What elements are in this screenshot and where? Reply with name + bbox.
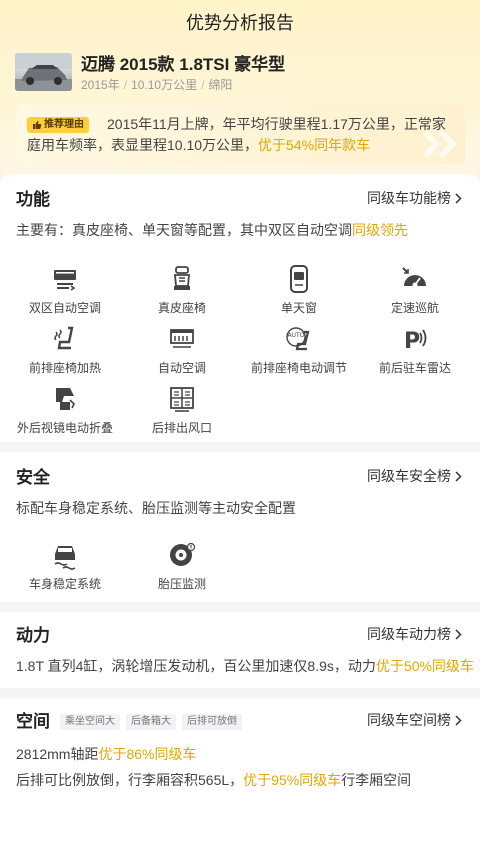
space-line-2: 后排可比例放倒，行李厢容积565L，优于95%同级车行李厢空间 [16,770,411,790]
space-tag: 后排可放倒 [182,714,242,730]
feature-label: 前排座椅电动调节 [250,361,347,375]
feature-item: P 前后驻车雷达 [360,324,470,384]
power-desc-plain: 1.8T 直列4缸，涡轮增压发动机，百公里加速仅8.9s，动力 [16,658,376,674]
reason-tag: 推荐理由 [27,117,89,133]
parking-radar-icon: P [404,329,427,354]
reason-tag-label: 推荐理由 [44,119,84,130]
reason-text: 2015年11月上牌，年平均行驶里程1.17万公里，正常家庭用车频率，表显里程1… [27,114,457,156]
car-meta: 2015年/10.10万公里 / 绵阳 [81,78,233,92]
stability-control-icon [54,546,76,570]
feature-label: 双区自动空调 [28,301,101,315]
feature-label: 外后视镜电动折叠 [16,421,113,435]
space-line-2-tail: 行李厢空间 [341,772,412,788]
feature-item: 双区自动空调 [10,264,120,324]
safety-desc: 标配车身稳定系统、胎压监测等主动安全配置 [16,500,296,516]
feature-item: 单天窗 [244,264,354,324]
page-title: 优势分析报告 [186,13,294,33]
feature-label: 胎压监测 [157,577,206,591]
feature-label: 自动空调 [157,361,206,375]
car-thumbnail [15,53,72,91]
space-tag: 乘坐空间大 [60,714,120,730]
function-rank-label: 同级车功能榜 [367,190,451,206]
space-section: 空间 乘坐空间大 后备箱大 后排可放倒 同级车空间榜 2812mm轴距优于86%同级… [0,698,480,848]
function-rank-link[interactable]: 同级车功能榜 [367,188,462,208]
decorative-chevrons-icon [422,129,458,159]
space-rank-label: 同级车空间榜 [367,712,451,728]
feature-label: 后排出风口 [151,421,212,435]
chevron-right-icon [455,470,462,482]
svg-text:AUTO: AUTO [288,332,305,339]
feature-label: 单天窗 [280,301,317,315]
chevron-right-icon [455,192,462,204]
feature-label: 车身稳定系统 [28,577,101,591]
feature-item: 外后视镜电动折叠 [10,384,120,444]
function-section: 功能 同级车功能榜 主要有：真皮座椅、单天窗等配置，其中双区自动空调同级领先 双… [0,174,480,442]
feature-label: 前后驻车雷达 [378,361,451,375]
car-card[interactable]: 迈腾 2015款 1.8TSI 豪华型 2015年/10.10万公里 / 绵阳 [15,50,465,96]
thumbs-up-icon [33,121,42,129]
space-line-1: 2812mm轴距优于86%同级车 [16,744,197,764]
recommend-reason: 2015年11月上牌，年平均行驶里程1.17万公里，正常家庭用车频率，表显里程1… [16,104,465,164]
feature-item: 车身稳定系统 [10,540,120,600]
power-title: 动力 [16,626,50,645]
feature-item: 真皮座椅 [127,264,237,324]
car-year: 2015年 [81,78,120,92]
space-title: 空间 [16,712,50,731]
safety-rank-link[interactable]: 同级车安全榜 [367,466,462,486]
feature-item: 胎压监测 [127,540,237,600]
feature-item: 后排出风口 [127,384,237,444]
tire-pressure-icon [170,542,196,566]
power-seat-icon: AUTO [286,327,310,351]
sunroof-icon [290,265,308,293]
space-line-1-highlight: 优于86%同级车 [98,746,197,762]
dual-ac-icon [54,270,76,291]
feature-label: 定速巡航 [390,301,439,315]
chevron-right-icon [455,714,462,726]
car-name: 迈腾 2015款 1.8TSI 豪华型 [81,55,286,74]
function-desc-plain: 主要有：真皮座椅、单天窗等配置，其中双区自动空调 [16,222,352,238]
feature-label: 前排座椅加热 [28,361,101,375]
space-tag: 后备箱大 [126,714,176,730]
cruise-control-icon [402,267,426,288]
car-mileage: 10.10万公里 [131,78,198,92]
safety-rank-label: 同级车安全榜 [367,468,451,484]
function-desc: 主要有：真皮座椅、单天窗等配置，其中双区自动空调同级领先 [16,220,408,240]
reason-text-plain: 2015年11月上牌，年平均行驶里程1.17万公里，正常家庭用车频率，表显里程1… [27,116,446,153]
space-tags: 乘坐空间大 后备箱大 后排可放倒 [60,711,248,730]
power-section: 动力 同级车动力榜 1.8T 直列4缸，涡轮增压发动机，百公里加速仅8.9s，动… [0,612,480,688]
space-line-2-highlight: 优于95%同级车 [243,772,342,788]
seat-heating-icon [54,326,74,350]
feature-label: 真皮座椅 [157,301,206,315]
function-title: 功能 [16,190,50,209]
power-desc: 1.8T 直列4缸，涡轮增压发动机，百公里加速仅8.9s，动力优于50%同级车 [16,656,474,676]
feature-item: 定速巡航 [360,264,470,324]
function-desc-highlight: 同级领先 [352,222,408,238]
power-desc-highlight: 优于50%同级车 [375,658,474,674]
reason-text-highlight: 优于54%同年款车 [258,137,371,153]
rear-vent-icon [170,387,194,412]
space-line-2-plain: 后排可比例放倒，行李厢容积565L， [16,772,244,788]
power-rank-label: 同级车动力榜 [367,626,451,642]
power-rank-link[interactable]: 同级车动力榜 [367,624,462,644]
mirror-fold-icon [56,388,75,410]
chevron-right-icon [455,628,462,640]
svg-text:P: P [404,329,420,354]
leather-seat-icon [174,266,190,290]
safety-title: 安全 [16,468,50,487]
auto-ac-icon [170,329,194,348]
car-city: 绵阳 [208,78,233,92]
feature-item: 自动空调 [127,324,237,384]
safety-section: 安全 同级车安全榜 标配车身稳定系统、胎压监测等主动安全配置 车身稳定系统 胎压… [0,452,480,602]
feature-item: 前排座椅加热 [10,324,120,384]
space-rank-link[interactable]: 同级车空间榜 [367,710,462,730]
space-line-1-plain: 2812mm轴距 [16,746,99,762]
feature-item: AUTO 前排座椅电动调节 [244,324,354,384]
